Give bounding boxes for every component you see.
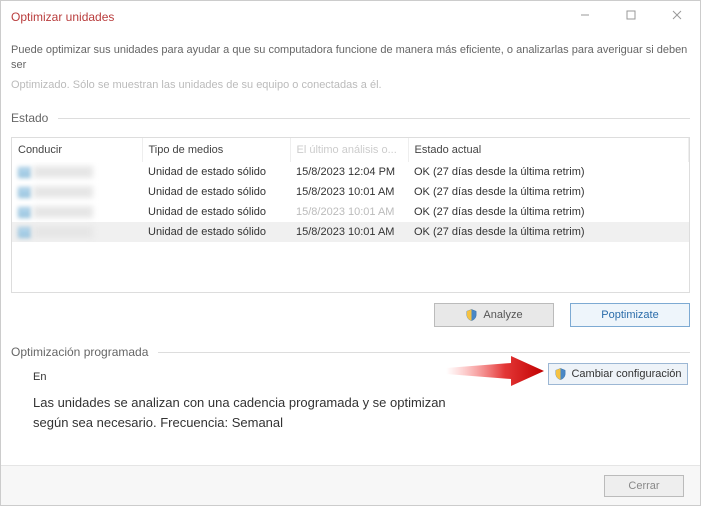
analyze-button[interactable]: Analyze xyxy=(434,303,554,327)
last-analysis-cell: 15/8/2023 12:04 PM xyxy=(290,162,408,182)
table-row[interactable]: Unidad de estado sólido15/8/2023 12:04 P… xyxy=(12,162,689,182)
col-media[interactable]: Tipo de medios xyxy=(142,138,290,162)
table-row[interactable]: Unidad de estado sólido15/8/2023 10:01 A… xyxy=(12,222,689,242)
drive-name-cell xyxy=(12,182,142,202)
window-controls xyxy=(562,1,700,29)
col-analysis[interactable]: El último análisis o... xyxy=(290,138,408,162)
media-type-cell: Unidad de estado sólido xyxy=(142,182,290,202)
description-sub-text: Optimizado. Sólo se muestran las unidade… xyxy=(11,78,690,93)
status-cell: OK (27 días desde la última retrim) xyxy=(408,182,689,202)
status-cell: OK (27 días desde la última retrim) xyxy=(408,202,689,222)
last-analysis-cell: 15/8/2023 10:01 AM xyxy=(290,202,408,222)
drive-name-cell xyxy=(12,222,142,242)
drives-table: Conducir Tipo de medios El último anális… xyxy=(11,137,690,293)
change-settings-label: Cambiar configuración xyxy=(571,368,681,380)
media-type-cell: Unidad de estado sólido xyxy=(142,202,290,222)
shield-icon xyxy=(465,308,478,322)
analyze-label: Analyze xyxy=(483,309,522,321)
col-status[interactable]: Estado actual xyxy=(408,138,689,162)
col-drive[interactable]: Conducir xyxy=(12,138,142,162)
drive-name-redacted xyxy=(33,206,93,218)
maximize-button[interactable] xyxy=(608,1,654,29)
optimize-label: Poptimizate xyxy=(601,309,658,321)
drive-icon xyxy=(18,187,31,198)
drive-icon xyxy=(18,227,31,238)
section-estado-label: Estado xyxy=(11,111,48,125)
drive-icon xyxy=(18,167,31,178)
table-header-row: Conducir Tipo de medios El último anális… xyxy=(12,138,689,162)
minimize-button[interactable] xyxy=(562,1,608,29)
drive-name-redacted xyxy=(33,226,93,238)
close-window-button[interactable] xyxy=(654,1,700,29)
titlebar: Optimizar unidades xyxy=(1,1,700,33)
status-cell: OK (27 días desde la última retrim) xyxy=(408,162,689,182)
last-analysis-cell: 15/8/2023 10:01 AM xyxy=(290,222,408,242)
close-button[interactable]: Cerrar xyxy=(604,475,684,497)
section-schedule: Optimización programada xyxy=(11,345,690,359)
table-row[interactable]: Unidad de estado sólido15/8/2023 10:01 A… xyxy=(12,182,689,202)
media-type-cell: Unidad de estado sólido xyxy=(142,162,290,182)
optimize-drives-window: Optimizar unidades Puede optimizar sus u… xyxy=(0,0,701,506)
shield-icon xyxy=(554,367,567,381)
window-title: Optimizar unidades xyxy=(11,10,114,24)
section-schedule-label: Optimización programada xyxy=(11,345,148,359)
drive-name-redacted xyxy=(33,186,93,198)
action-buttons: Analyze Poptimizate xyxy=(11,303,690,327)
optimize-button[interactable]: Poptimizate xyxy=(570,303,690,327)
schedule-description: Las unidades se analizan con una cadenci… xyxy=(33,393,463,432)
divider xyxy=(58,118,690,119)
drive-name-cell xyxy=(12,202,142,222)
drive-icon xyxy=(18,207,31,218)
media-type-cell: Unidad de estado sólido xyxy=(142,222,290,242)
drive-name-redacted xyxy=(33,166,93,178)
close-label: Cerrar xyxy=(628,480,659,492)
last-analysis-cell: 15/8/2023 10:01 AM xyxy=(290,182,408,202)
footer: Cerrar xyxy=(1,465,700,505)
description-text: Puede optimizar sus unidades para ayudar… xyxy=(11,43,690,74)
change-settings-button[interactable]: Cambiar configuración xyxy=(548,363,688,385)
status-cell: OK (27 días desde la última retrim) xyxy=(408,222,689,242)
table-row[interactable]: Unidad de estado sólido15/8/2023 10:01 A… xyxy=(12,202,689,222)
divider xyxy=(158,352,690,353)
drive-name-cell xyxy=(12,162,142,182)
section-estado: Estado xyxy=(11,111,690,125)
